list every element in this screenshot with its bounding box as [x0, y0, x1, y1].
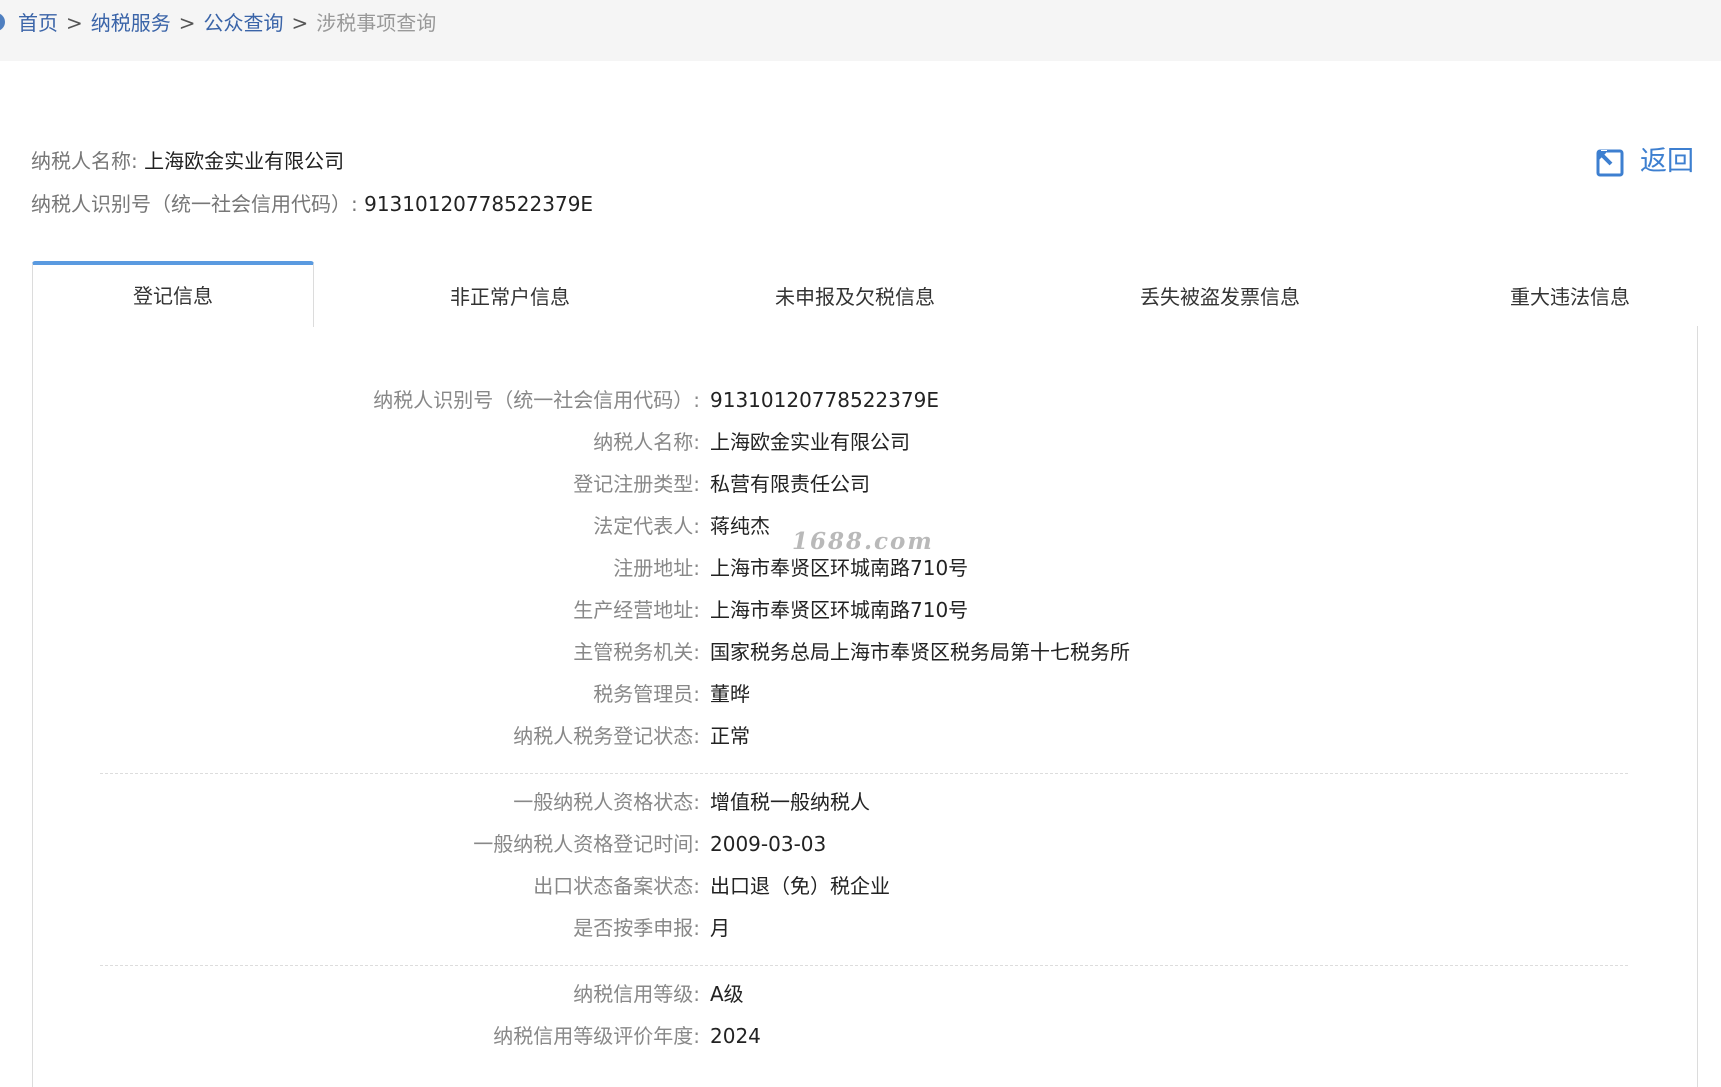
field-value: 私营有限责任公司 — [710, 472, 870, 496]
back-arrow-icon — [1596, 149, 1624, 177]
breadcrumb-marker — [0, 13, 5, 31]
field-value: 月 — [710, 916, 730, 940]
taxpayer-id-line: 纳税人识别号（统一社会信用代码）: 91310120778522379E — [31, 190, 593, 218]
field-row: 注册地址: 上海市奉贤区环城南路710号 — [0, 553, 1721, 583]
field-row: 主管税务机关: 国家税务总局上海市奉贤区税务局第十七税务所 — [0, 637, 1721, 667]
field-row: 纳税信用等级评价年度: 2024 — [0, 1021, 1721, 1051]
field-row: 一般纳税人资格状态: 增值税一般纳税人 — [0, 787, 1721, 817]
taxpayer-id-label: 纳税人识别号（统一社会信用代码）: — [31, 192, 358, 216]
field-label: 纳税人名称: — [593, 430, 700, 454]
field-label: 主管税务机关: — [573, 640, 700, 664]
breadcrumb-separator: > — [66, 11, 83, 35]
tab-abnormal-account[interactable]: 非正常户信息 — [352, 261, 668, 327]
breadcrumb-tax-service[interactable]: 纳税服务 — [91, 11, 171, 35]
field-label: 法定代表人: — [593, 514, 700, 538]
field-value: 上海市奉贤区环城南路710号 — [710, 598, 969, 622]
tab-bar: 登记信息 非正常户信息 未申报及欠税信息 丢失被盗发票信息 重大违法信息 — [32, 261, 1698, 327]
field-label: 登记注册类型: — [573, 472, 700, 496]
field-row: 税务管理员: 董晔 — [0, 679, 1721, 709]
tab-lost-invoices[interactable]: 丢失被盗发票信息 — [1057, 261, 1383, 327]
field-row: 纳税人税务登记状态: 正常 — [0, 721, 1721, 751]
field-value: 上海市奉贤区环城南路710号 — [710, 556, 969, 580]
field-label: 纳税信用等级评价年度: — [493, 1024, 700, 1048]
field-row: 一般纳税人资格登记时间: 2009-03-03 — [0, 829, 1721, 859]
field-row: 生产经营地址: 上海市奉贤区环城南路710号 — [0, 595, 1721, 625]
field-value: 出口退（免）税企业 — [710, 874, 890, 898]
tab-unfiled-arrears[interactable]: 未申报及欠税信息 — [692, 261, 1018, 327]
field-value: 上海欧金实业有限公司 — [710, 430, 910, 454]
tab-registration-info[interactable]: 登记信息 — [32, 261, 314, 327]
taxpayer-name-line: 纳税人名称: 上海欧金实业有限公司 — [31, 147, 344, 175]
field-label: 出口状态备案状态: — [533, 874, 700, 898]
field-value: 91310120778522379E — [710, 388, 939, 412]
field-value: 正常 — [710, 724, 750, 748]
field-row: 纳税人名称: 上海欧金实业有限公司 — [0, 427, 1721, 457]
field-label: 是否按季申报: — [573, 916, 700, 940]
field-label: 纳税人识别号（统一社会信用代码）: — [373, 388, 700, 412]
field-row: 登记注册类型: 私营有限责任公司 — [0, 469, 1721, 499]
field-row: 出口状态备案状态: 出口退（免）税企业 — [0, 871, 1721, 901]
field-label: 一般纳税人资格状态: — [513, 790, 700, 814]
field-row: 是否按季申报: 月 — [0, 913, 1721, 943]
breadcrumb-bar: 首页 > 纳税服务 > 公众查询 > 涉税事项查询 — [0, 0, 1721, 61]
breadcrumb: 首页 > 纳税服务 > 公众查询 > 涉税事项查询 — [18, 8, 436, 38]
back-button[interactable]: 返回 — [1596, 144, 1694, 180]
field-row: 纳税人识别号（统一社会信用代码）: 91310120778522379E — [0, 385, 1721, 415]
section-divider — [100, 965, 1628, 966]
taxpayer-id-value: 91310120778522379E — [364, 192, 594, 216]
field-label: 纳税人税务登记状态: — [513, 724, 700, 748]
field-value: 国家税务总局上海市奉贤区税务局第十七税务所 — [710, 640, 1130, 664]
taxpayer-name-label: 纳税人名称: — [31, 149, 138, 173]
field-label: 纳税信用等级: — [573, 982, 700, 1006]
field-label: 注册地址: — [613, 556, 700, 580]
section-divider — [100, 773, 1628, 774]
breadcrumb-home[interactable]: 首页 — [18, 11, 58, 35]
taxpayer-name-value: 上海欧金实业有限公司 — [144, 149, 345, 173]
field-value: 蒋纯杰 — [710, 514, 770, 538]
field-value: 2024 — [710, 1024, 761, 1048]
watermark: 1688.com — [792, 528, 934, 555]
field-value: A级 — [710, 982, 744, 1006]
field-value: 董晔 — [710, 682, 750, 706]
field-label: 一般纳税人资格登记时间: — [473, 832, 700, 856]
breadcrumb-current: 涉税事项查询 — [316, 11, 437, 35]
field-row: 纳税信用等级: A级 — [0, 979, 1721, 1009]
field-value: 2009-03-03 — [710, 832, 827, 856]
field-label: 生产经营地址: — [573, 598, 700, 622]
tab-major-violations[interactable]: 重大违法信息 — [1412, 261, 1721, 327]
breadcrumb-separator: > — [178, 11, 196, 35]
field-label: 税务管理员: — [593, 682, 700, 706]
breadcrumb-separator: > — [291, 11, 309, 35]
back-label: 返回 — [1640, 146, 1694, 177]
breadcrumb-public-query[interactable]: 公众查询 — [204, 11, 284, 35]
field-value: 增值税一般纳税人 — [710, 790, 870, 814]
